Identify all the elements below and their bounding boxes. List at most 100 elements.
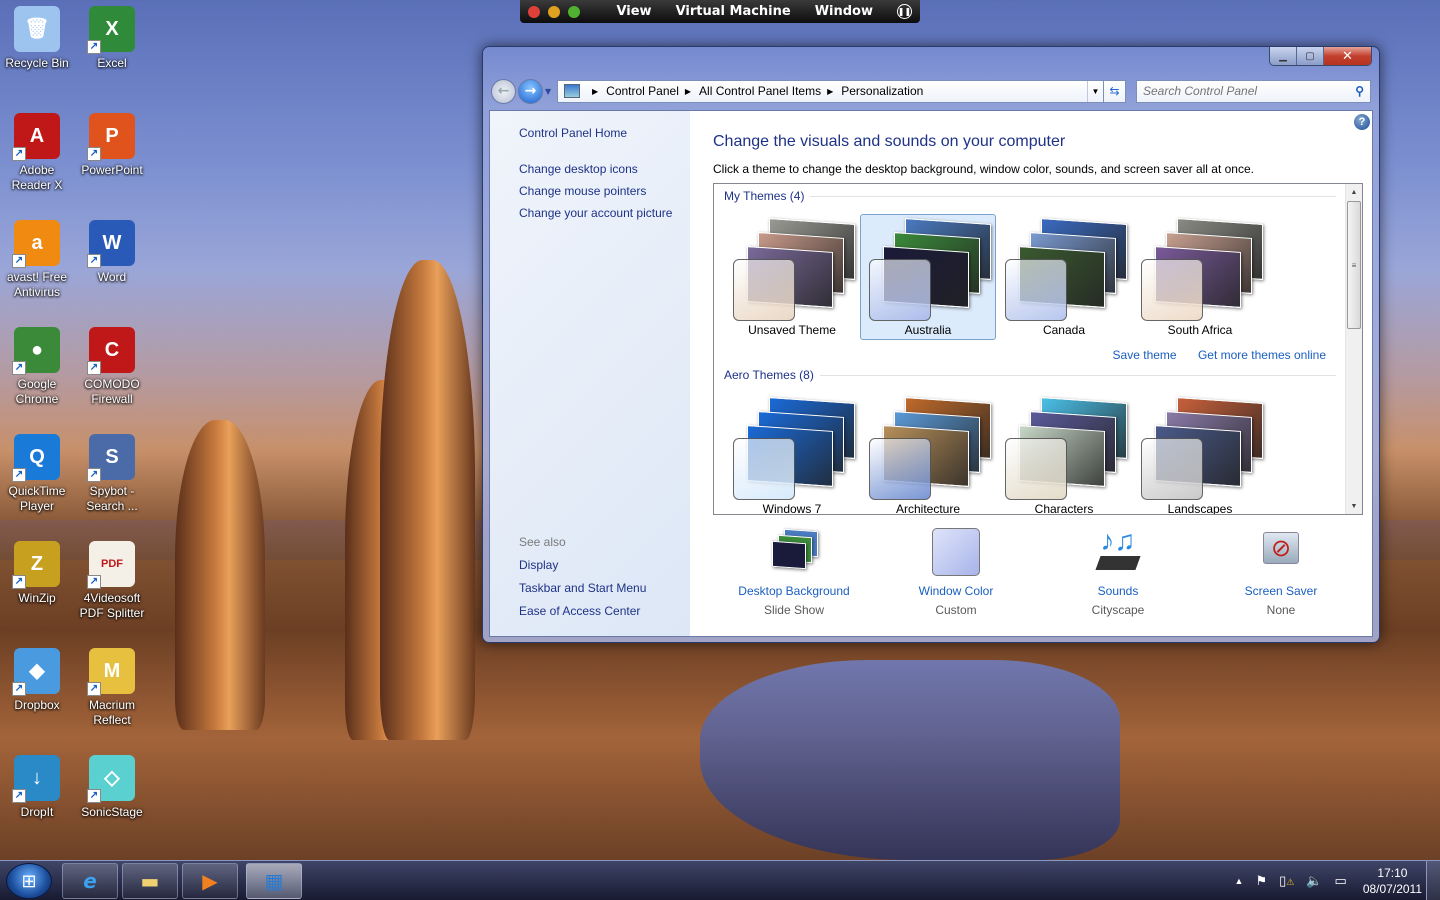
search-input[interactable] xyxy=(1143,84,1356,98)
volume-icon[interactable]: 🔈 xyxy=(1306,873,1322,889)
theme-list-scrollbar[interactable]: ▲ ≡ ▼ xyxy=(1345,184,1362,514)
vm-menu-bar: View Virtual Machine Window ❚❚ xyxy=(520,0,920,23)
desktop-icon-word[interactable]: W ↗ Word xyxy=(75,214,149,285)
ease-of-access-link[interactable]: Ease of Access Center xyxy=(519,604,640,618)
pause-icon[interactable]: ❚❚ xyxy=(897,4,912,19)
theme-south-africa[interactable]: South Africa xyxy=(1132,214,1268,340)
desktop-icon-macrium[interactable]: M ↗ Macrium Reflect xyxy=(75,642,149,728)
desktop-icon-adobe-reader[interactable]: A ↗ Adobe Reader X xyxy=(0,107,74,193)
maximize-button[interactable]: ▢ xyxy=(1297,47,1324,65)
desktop-icon-avast[interactable]: a ↗ avast! Free Antivirus xyxy=(0,214,74,300)
breadcrumb-label: Control Panel xyxy=(606,84,679,98)
back-button[interactable]: ← xyxy=(491,78,516,104)
scroll-up-arrow-icon[interactable]: ▲ xyxy=(1346,184,1362,200)
sonicstage-icon: ◇ ↗ xyxy=(87,755,135,803)
theme-label: Characters xyxy=(1034,502,1094,515)
theme-list: My Themes (4) Unsaved Theme Australia Cana… xyxy=(713,183,1363,515)
address-dropdown[interactable]: ▼ xyxy=(1087,80,1103,102)
scroll-thumb[interactable]: ≡ xyxy=(1347,201,1361,329)
desktop-icon-comodo[interactable]: C ↗ COMODO Firewall xyxy=(75,321,149,407)
breadcrumb-label: All Control Panel Items xyxy=(699,84,822,98)
setting-value: Custom xyxy=(935,603,977,617)
change-mouse-pointers-link[interactable]: Change mouse pointers xyxy=(519,184,690,198)
change-desktop-icons-link[interactable]: Change desktop icons xyxy=(519,162,690,176)
vm-minimize-dot[interactable] xyxy=(548,5,560,18)
desktop-icon-dropit[interactable]: ↓ ↗ DropIt xyxy=(0,749,74,820)
show-hidden-icons-icon[interactable]: ▲ xyxy=(1235,876,1244,886)
network-icon[interactable]: ▭ xyxy=(1335,873,1347,889)
theme-windows-7[interactable]: Windows 7 xyxy=(724,393,860,514)
vm-menu-view[interactable]: View xyxy=(616,4,651,19)
desktop-icon-powerpoint[interactable]: P ↗ PowerPoint xyxy=(75,107,149,178)
vm-close-dot[interactable] xyxy=(528,5,540,18)
theme-unsaved-theme[interactable]: Unsaved Theme xyxy=(724,214,860,340)
chevron-right-icon: ▶ xyxy=(592,86,599,96)
theme-australia[interactable]: Australia xyxy=(860,214,996,340)
macrium-icon: M ↗ xyxy=(87,648,135,696)
taskbar-media-player[interactable]: ▶ xyxy=(182,863,238,899)
clock[interactable]: 17:10 08/07/2011 xyxy=(1363,865,1422,897)
vm-zoom-dot[interactable] xyxy=(568,5,580,18)
shortcut-arrow-icon: ↗ xyxy=(12,575,26,589)
desktop-icon-pdf-splitter[interactable]: PDF ↗ 4Videosoft PDF Splitter xyxy=(75,535,149,621)
desktop-background-setting[interactable]: Desktop Background Slide Show xyxy=(719,524,869,617)
theme-characters[interactable]: Characters xyxy=(996,393,1132,515)
divider xyxy=(819,374,1336,376)
scroll-down-arrow-icon[interactable]: ▼ xyxy=(1346,498,1362,514)
shortcut-arrow-icon: ↗ xyxy=(12,147,26,161)
save-theme-link[interactable]: Save theme xyxy=(1113,348,1177,362)
desktop-icon-quicktime[interactable]: Q ↗ QuickTime Player xyxy=(0,428,74,514)
theme-label: Landscapes xyxy=(1167,502,1233,515)
taskbar-windows-explorer[interactable]: ▬ xyxy=(122,863,178,899)
action-center-flag-icon[interactable]: ⚑ xyxy=(1255,873,1267,889)
search-icon[interactable]: ⚲ xyxy=(1355,84,1364,98)
window-content: Control Panel Home Change desktop icons … xyxy=(489,110,1373,637)
desktop-icon-recycle-bin[interactable]: 🗑 Recycle Bin xyxy=(0,0,74,71)
desktop-icon-spybot[interactable]: S ↗ Spybot - Search ... xyxy=(75,428,149,514)
show-desktop-button[interactable] xyxy=(1426,861,1440,900)
desktop-icon-label: Recycle Bin xyxy=(5,56,69,70)
close-button[interactable]: ✕ xyxy=(1324,47,1371,65)
refresh-button[interactable]: ⇆ xyxy=(1104,79,1126,103)
theme-landscapes[interactable]: Landscapes xyxy=(1132,393,1268,515)
start-button[interactable]: ⊞ xyxy=(6,863,52,899)
desktop-icon-excel[interactable]: X ↗ Excel xyxy=(75,0,149,71)
taskbar-internet-explorer[interactable]: e xyxy=(62,863,118,899)
breadcrumb-all-items[interactable]: ▶ All Control Panel Items xyxy=(679,84,821,98)
battery-warning-icon[interactable]: ▯⚠ xyxy=(1279,873,1294,889)
winzip-icon: Z ↗ xyxy=(12,541,60,589)
window-color-swatch xyxy=(1005,438,1067,500)
taskbar-start-menu-link[interactable]: Taskbar and Start Menu xyxy=(519,581,646,595)
desktop-icon-dropbox[interactable]: ◆ ↗ Dropbox xyxy=(0,642,74,713)
breadcrumb-control-panel[interactable]: ▶ Control Panel xyxy=(586,84,679,98)
desktop-icon-winzip[interactable]: Z ↗ WinZip xyxy=(0,535,74,606)
address-bar[interactable]: ▶ Control Panel ▶ All Control Panel Items … xyxy=(557,79,1104,103)
forward-button[interactable]: → xyxy=(518,78,543,104)
theme-canada[interactable]: Canada xyxy=(996,214,1132,340)
change-account-picture-link[interactable]: Change your account picture xyxy=(519,206,690,220)
recycle-bin-icon: 🗑 xyxy=(14,6,60,52)
screen-saver-setting[interactable]: ⊘ Screen Saver None xyxy=(1206,524,1356,617)
theme-preview xyxy=(733,217,857,321)
recent-pages-dropdown[interactable]: ▼ xyxy=(545,87,555,96)
adobe-reader-icon: A ↗ xyxy=(12,113,60,161)
theme-architecture[interactable]: Architecture xyxy=(860,393,996,514)
minimize-button[interactable]: ▁ xyxy=(1270,47,1297,65)
spybot-icon: S ↗ xyxy=(87,434,135,482)
help-icon[interactable]: ? xyxy=(1354,114,1370,130)
get-more-themes-link[interactable]: Get more themes online xyxy=(1198,348,1326,362)
shortcut-arrow-icon: ↗ xyxy=(87,789,101,803)
dropit-icon: ↓ ↗ xyxy=(12,755,60,803)
vm-menu-virtual-machine[interactable]: Virtual Machine xyxy=(676,4,791,19)
vm-menu-window[interactable]: Window xyxy=(815,4,873,19)
media-player-icon: ▶ xyxy=(202,869,218,893)
taskbar-control-panel[interactable]: ▦ xyxy=(246,863,302,899)
display-link[interactable]: Display xyxy=(519,558,558,572)
desktop-icon-chrome[interactable]: ● ↗ Google Chrome xyxy=(0,321,74,407)
window-color-setting[interactable]: Window Color Custom xyxy=(881,524,1031,617)
breadcrumb-personalization[interactable]: ▶ Personalization xyxy=(821,84,923,98)
sounds-setting[interactable]: ♪♫ Sounds Cityscape xyxy=(1043,524,1193,618)
desktop-icon-sonicstage[interactable]: ◇ ↗ SonicStage xyxy=(75,749,149,820)
theme-preview xyxy=(869,396,993,500)
control-panel-home-link[interactable]: Control Panel Home xyxy=(519,126,690,140)
